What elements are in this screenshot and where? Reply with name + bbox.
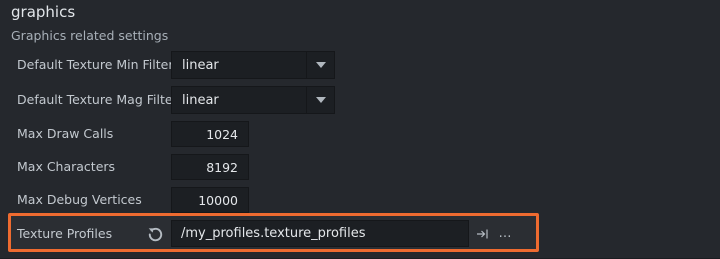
min-filter-value: linear <box>182 57 219 73</box>
max-characters-label: Max Characters <box>17 159 116 174</box>
texture-profiles-input[interactable] <box>171 220 469 247</box>
section-description: Graphics related settings <box>11 28 169 43</box>
chevron-down-icon <box>306 52 334 78</box>
texture-profiles-label: Texture Profiles <box>17 226 113 241</box>
more-icon[interactable]: … <box>494 224 516 242</box>
mag-filter-value: linear <box>182 92 219 108</box>
min-filter-label: Default Texture Min Filter <box>17 57 174 72</box>
max-characters-input[interactable] <box>171 154 249 180</box>
max-debug-vertices-label: Max Debug Vertices <box>17 192 142 207</box>
max-draw-calls-label: Max Draw Calls <box>17 126 114 141</box>
section-title: graphics <box>11 3 76 21</box>
jump-to-icon[interactable] <box>474 226 490 242</box>
chevron-down-icon <box>306 87 334 113</box>
max-draw-calls-input[interactable] <box>171 121 249 147</box>
max-debug-vertices-input[interactable] <box>171 187 249 213</box>
reset-icon[interactable] <box>145 224 165 244</box>
mag-filter-label: Default Texture Mag Filter <box>17 92 178 107</box>
min-filter-select[interactable]: linear <box>171 51 335 79</box>
mag-filter-select[interactable]: linear <box>171 86 335 114</box>
